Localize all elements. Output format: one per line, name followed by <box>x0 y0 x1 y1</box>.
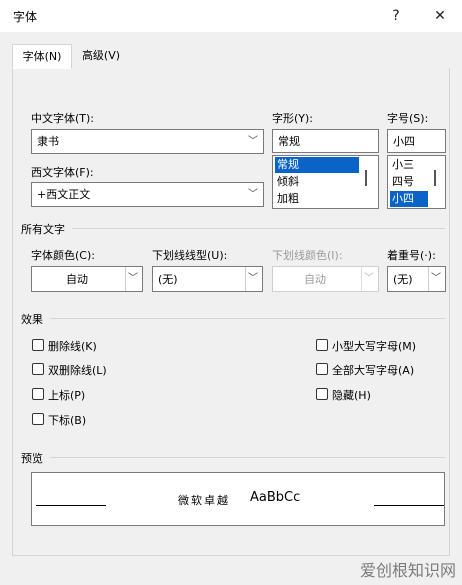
western-font-label: 西文字体(F): <box>31 166 94 179</box>
subscript-label[interactable]: 下标(B) <box>48 412 86 428</box>
watermark-text: 爱创根知识网 <box>359 561 456 580</box>
emphasis-mark-dropdown[interactable]: (无) ﹀ <box>387 266 446 292</box>
chevron-down-icon[interactable]: ﹀ <box>245 267 261 291</box>
font-style-list[interactable]: 常规 倾斜 加粗 <box>272 155 379 209</box>
section-divider <box>50 318 445 319</box>
section-divider <box>50 457 445 458</box>
underline-style-label: 下划线线型(U): <box>152 249 228 262</box>
list-item[interactable]: 四号 <box>390 174 428 190</box>
font-size-list[interactable]: 小三 四号 小四 <box>387 155 446 209</box>
font-size-label: 字号(S): <box>387 112 429 125</box>
list-item[interactable]: 加粗 <box>275 191 359 207</box>
all-caps-label[interactable]: 全部大写字母(A) <box>332 362 414 378</box>
help-button[interactable]: ? <box>381 4 411 28</box>
font-style-value: 常规 <box>278 135 300 148</box>
list-item[interactable]: 常规 <box>275 157 359 173</box>
font-size-input[interactable]: 小四 <box>387 129 446 153</box>
preview-sample-latin: AaBbCc <box>250 490 301 505</box>
font-size-value: 小四 <box>393 135 415 148</box>
scrollbar-thumb[interactable] <box>434 170 436 186</box>
emphasis-mark-value: (无) <box>393 273 413 286</box>
preview-section-title: 预览 <box>21 452 43 465</box>
small-caps-label[interactable]: 小型大写字母(M) <box>332 338 416 354</box>
window-title: 字体 <box>13 10 38 24</box>
underline-color-dropdown: 自动 ﹀ <box>272 266 379 292</box>
strikethrough-checkbox[interactable] <box>32 339 44 351</box>
preview-box: 微软卓越 AaBbCc <box>31 472 445 526</box>
preview-rule-left <box>36 505 106 506</box>
western-font-combo[interactable]: +西文正文 ﹀ <box>31 182 264 207</box>
list-item[interactable]: 小四 <box>390 191 428 207</box>
strikethrough-label[interactable]: 删除线(K) <box>48 338 97 354</box>
chinese-font-combo[interactable]: 隶书 ﹀ <box>31 129 264 154</box>
superscript-label[interactable]: 上标(P) <box>48 387 85 403</box>
subscript-checkbox[interactable] <box>32 413 44 425</box>
preview-sample-chinese: 微软卓越 <box>178 494 230 507</box>
font-color-label: 字体颜色(C): <box>31 249 95 262</box>
font-color-dropdown[interactable]: 自动 ﹀ <box>31 266 143 292</box>
superscript-checkbox[interactable] <box>32 388 44 400</box>
small-caps-checkbox[interactable] <box>316 339 328 351</box>
font-style-label: 字形(Y): <box>272 112 314 125</box>
close-button[interactable]: ✕ <box>425 4 455 28</box>
font-style-input[interactable]: 常规 <box>272 129 379 153</box>
preview-rule-right <box>374 505 444 506</box>
close-icon: ✕ <box>434 8 446 24</box>
tab-font[interactable]: 字体(N) <box>12 44 72 69</box>
chevron-down-icon[interactable]: ﹀ <box>428 267 444 291</box>
all-text-section-title: 所有文字 <box>21 223 65 236</box>
all-caps-checkbox[interactable] <box>316 363 328 375</box>
list-item[interactable]: 小三 <box>390 157 428 173</box>
double-strikethrough-checkbox[interactable] <box>32 363 44 375</box>
hidden-label[interactable]: 隐藏(H) <box>332 387 371 403</box>
underline-style-value: (无) <box>158 273 178 286</box>
emphasis-mark-label: 着重号(·): <box>387 249 436 262</box>
chevron-down-icon: ﹀ <box>364 273 374 284</box>
help-icon: ? <box>392 8 400 24</box>
underline-style-dropdown[interactable]: (无) ﹀ <box>152 266 263 292</box>
chevron-down-icon[interactable]: ﹀ <box>245 130 261 154</box>
scrollbar-thumb[interactable] <box>365 170 367 186</box>
chinese-font-value: 隶书 <box>37 135 59 148</box>
tab-advanced[interactable]: 高级(V) <box>74 44 128 69</box>
western-font-value: +西文正文 <box>37 188 91 201</box>
underline-color-value: 自动 <box>304 273 326 286</box>
underline-color-label: 下划线颜色(I): <box>272 249 343 262</box>
effects-section-title: 效果 <box>21 313 43 326</box>
hidden-checkbox[interactable] <box>316 388 328 400</box>
double-strikethrough-label[interactable]: 双删除线(L) <box>48 362 107 378</box>
font-color-value: 自动 <box>66 273 88 286</box>
chevron-down-icon[interactable]: ﹀ <box>125 267 141 291</box>
list-item[interactable]: 倾斜 <box>275 174 359 190</box>
chinese-font-label: 中文字体(T): <box>31 112 95 125</box>
chevron-down-icon[interactable]: ﹀ <box>245 183 261 207</box>
section-divider <box>72 228 445 229</box>
